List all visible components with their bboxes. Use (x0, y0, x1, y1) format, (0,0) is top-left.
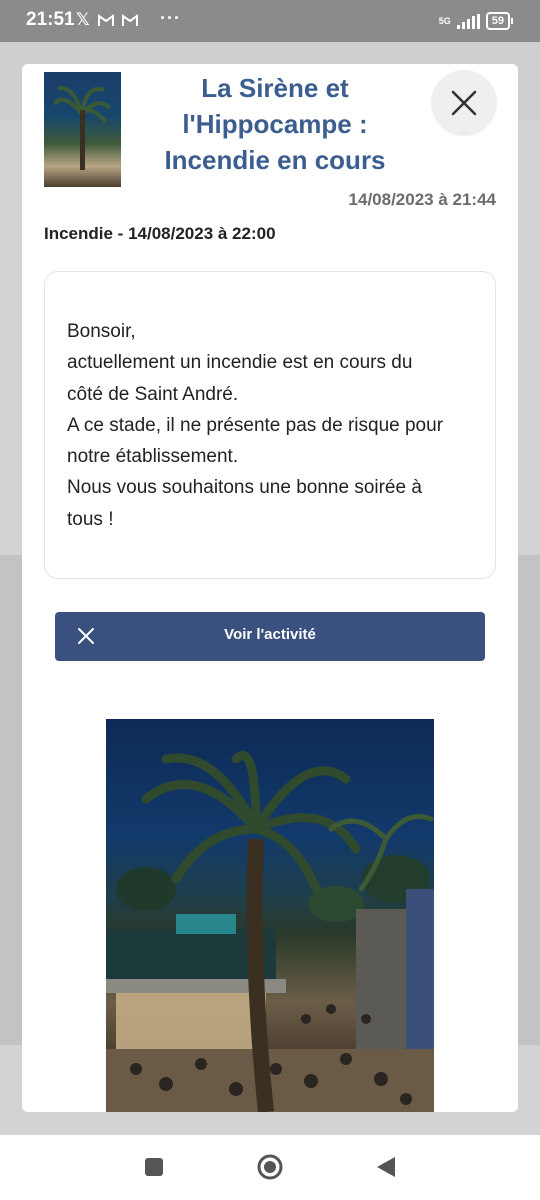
view-activity-label: Voir l'activité (224, 626, 316, 643)
title-line: l'Hippocampe : (182, 109, 368, 139)
more-notifications-icon: ··· (160, 8, 181, 28)
signal-icon (456, 13, 480, 29)
message-line: Nous vous souhaitons une bonne soirée à (67, 477, 422, 499)
recent-apps-button[interactable] (142, 1155, 166, 1179)
message-card: Bonsoir, actuellement un incendie est en… (44, 271, 496, 579)
message-line: A ce stade, il ne présente pas de risque… (67, 414, 444, 436)
notification-icons: 𝕏 (76, 10, 138, 30)
home-icon (257, 1154, 283, 1180)
activity-thumbnail (44, 72, 121, 187)
back-button[interactable] (374, 1155, 398, 1179)
message-line: Bonsoir, (67, 321, 136, 342)
gmail-icon (121, 13, 138, 26)
message-line: côté de Saint André. (67, 383, 239, 405)
home-button[interactable] (256, 1153, 284, 1181)
message-line: actuellement un incendie est en cours du (67, 352, 413, 374)
activity-subtitle: Incendie - 14/08/2023 à 22:00 (44, 224, 276, 243)
title-line: La Sirène et (201, 73, 349, 103)
system-indicators: 5G 59 (438, 12, 514, 30)
network-type: 5G (438, 15, 451, 26)
message-line: notre établissement. (67, 446, 239, 468)
gmail-icon (97, 13, 114, 26)
status-time: 21:51 (26, 9, 75, 30)
close-icon (451, 90, 477, 116)
activity-modal: La Sirène et l'Hippocampe : Incendie en … (22, 64, 518, 1112)
close-button[interactable] (431, 70, 497, 136)
modal-title: La Sirène et l'Hippocampe : Incendie en … (140, 70, 410, 178)
battery-icon: 59 (485, 12, 514, 30)
title-line: Incendie en cours (164, 145, 386, 175)
message-line: tous ! (67, 508, 114, 530)
back-icon (377, 1157, 395, 1177)
status-bar: 21:51 𝕏 ··· 5G 59 (0, 0, 540, 42)
recent-apps-icon (145, 1158, 163, 1176)
navigation-bar (0, 1135, 540, 1200)
post-datetime: 14/08/2023 à 21:44 (348, 190, 496, 209)
activity-photo (106, 719, 434, 1112)
message-text: Bonsoir, actuellement un incendie est en… (67, 316, 477, 535)
view-activity-button[interactable]: Voir l'activité (55, 612, 485, 661)
x-logo-icon: 𝕏 (76, 10, 90, 29)
